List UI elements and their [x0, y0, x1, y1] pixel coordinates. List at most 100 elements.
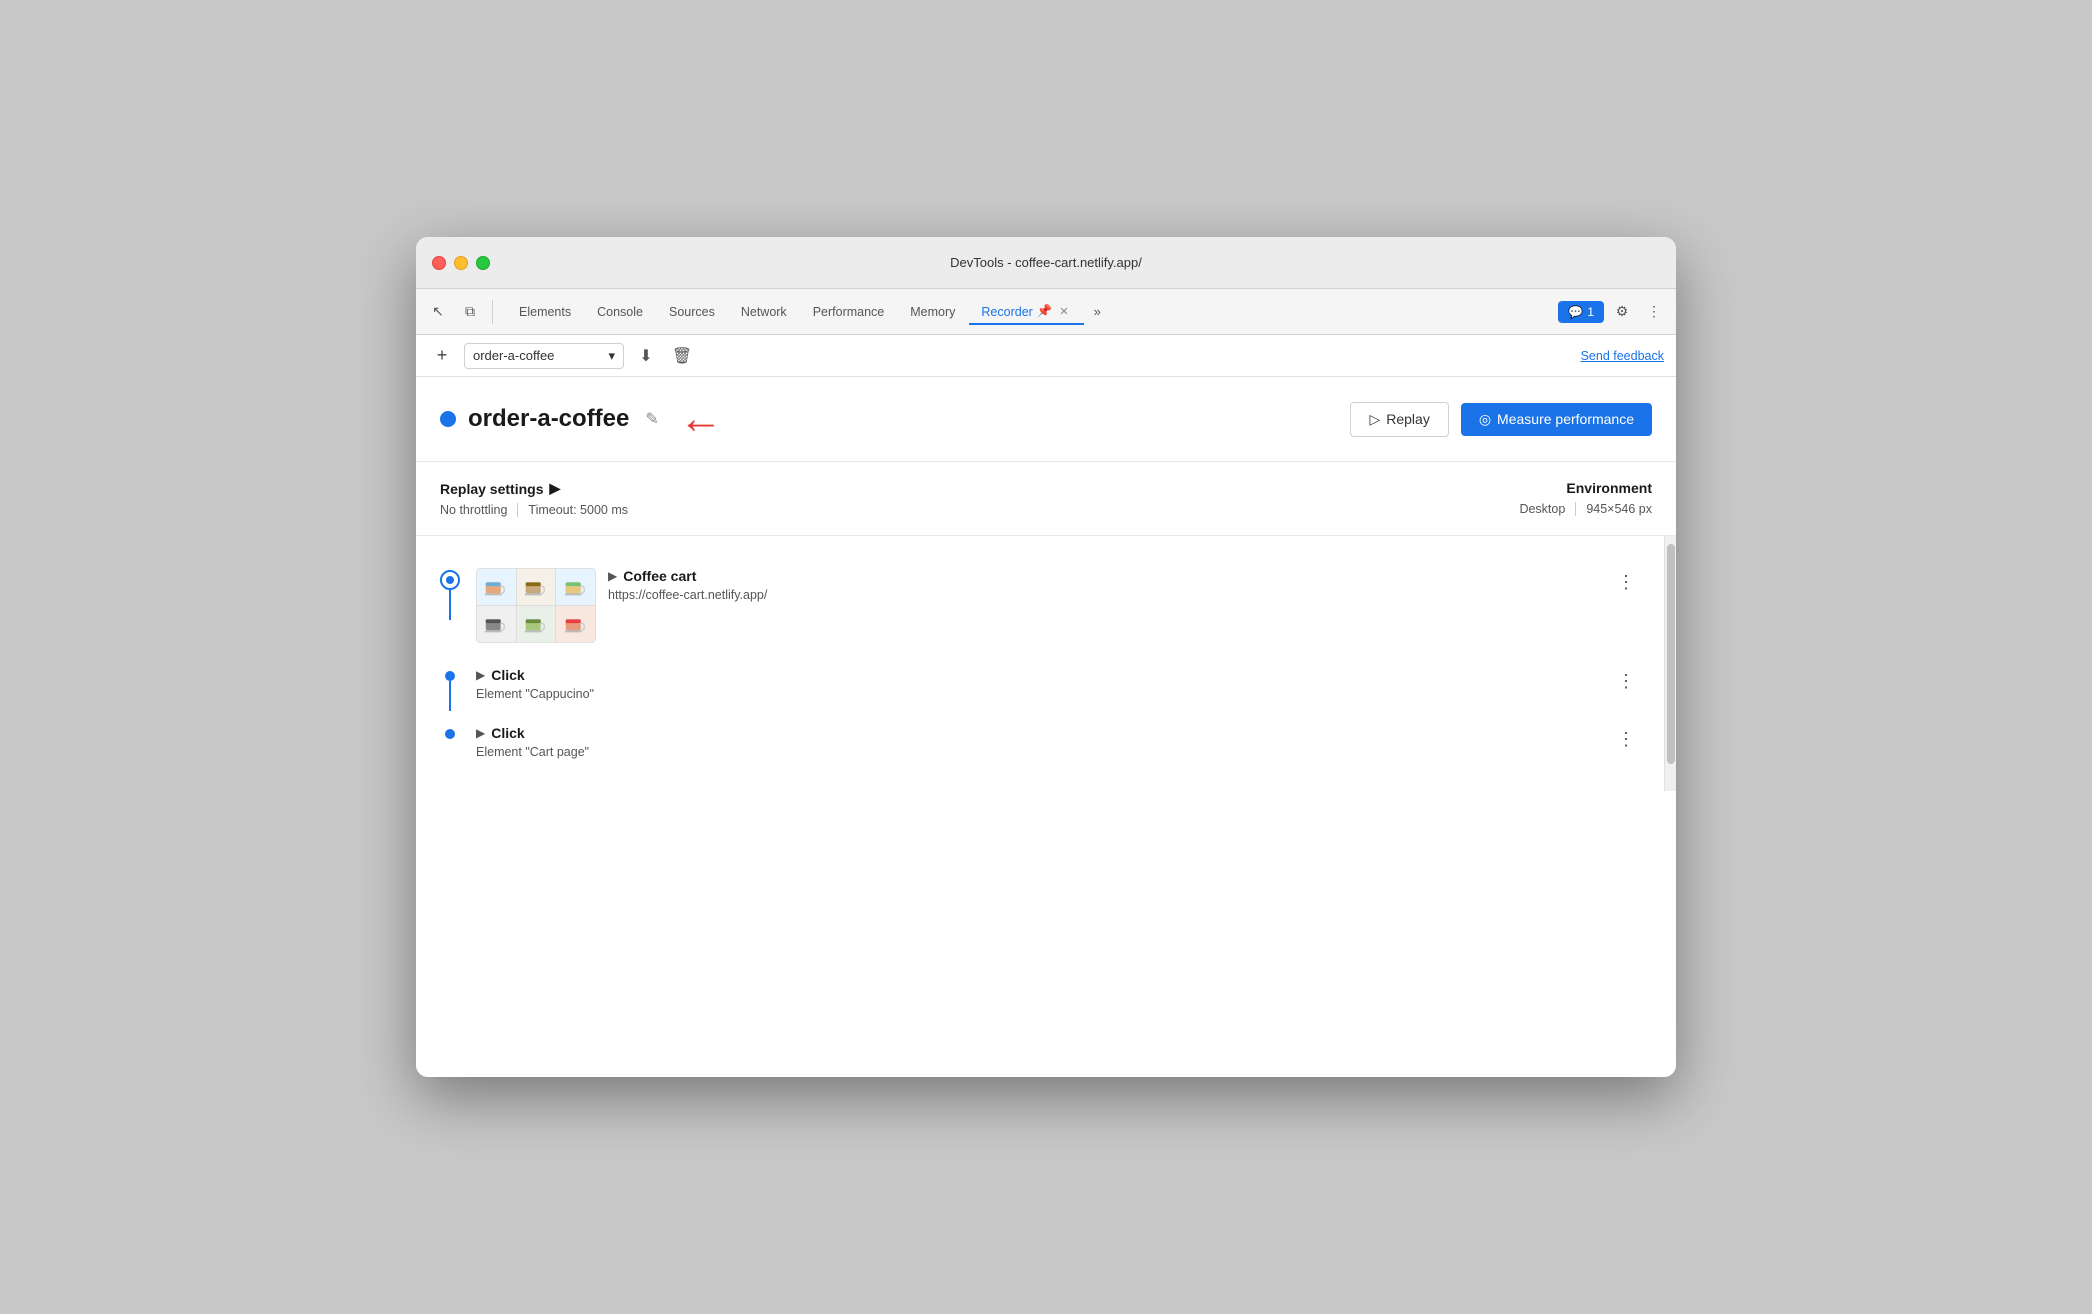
cup-svg-5: [522, 613, 550, 635]
settings-icon-btn[interactable]: ⚙: [1608, 298, 1636, 326]
thumb-cell-2: [517, 569, 556, 605]
window-title: DevTools - coffee-cart.netlify.app/: [950, 255, 1142, 270]
settings-section: Replay settings ▶ No throttling Timeout:…: [416, 462, 1676, 536]
recording-header-left: order-a-coffee ✎ ←: [440, 397, 1350, 441]
settings-divider: [517, 503, 518, 517]
step-title-1: Coffee cart: [623, 568, 696, 584]
tab-bar-left: ↖ ⧉: [424, 298, 497, 326]
dropdown-arrow-icon: ▾: [608, 348, 615, 364]
step-main-2: ▶ Click Element "Cappucino" ⋮: [476, 667, 1640, 701]
red-arrow-annotation: ←: [679, 397, 723, 441]
settings-right: Environment Desktop 945×546 px: [1519, 480, 1652, 516]
step-line-2: [449, 681, 451, 711]
tab-memory[interactable]: Memory: [898, 299, 967, 325]
tab-network[interactable]: Network: [729, 299, 799, 325]
recording-selector[interactable]: order-a-coffee ▾: [464, 343, 624, 369]
scrollbar[interactable]: [1664, 536, 1676, 791]
thumbnail-grid: [477, 569, 595, 642]
step-timeline-1: [440, 568, 460, 590]
chat-button[interactable]: 💬 1: [1558, 301, 1604, 323]
settings-left: Replay settings ▶ No throttling Timeout:…: [440, 480, 628, 517]
step-more-btn-3[interactable]: ⋮: [1612, 725, 1640, 753]
replay-settings-title[interactable]: Replay settings ▶: [440, 480, 628, 497]
recording-header: order-a-coffee ✎ ← ▷ Replay ◎ Measure pe…: [416, 377, 1676, 462]
step-expand-icon-3[interactable]: ▶: [476, 726, 485, 740]
more-tabs-btn[interactable]: »: [1086, 300, 1109, 323]
scrollbar-thumb[interactable]: [1667, 544, 1675, 764]
tab-performance[interactable]: Performance: [801, 299, 897, 325]
recording-title: order-a-coffee: [468, 405, 629, 433]
layers-icon-btn[interactable]: ⧉: [456, 298, 484, 326]
step-more-btn-1[interactable]: ⋮: [1612, 568, 1640, 596]
tab-bar: ↖ ⧉ Elements Console Sources Network Per…: [416, 289, 1676, 335]
step-navigate: ▶ Coffee cart https://coffee-cart.netlif…: [440, 552, 1640, 659]
step-info-3: ▶ Click Element "Cart page": [476, 725, 1600, 759]
step-content-3: ▶ Click Element "Cart page" ⋮: [476, 725, 1640, 759]
resolution-label: 945×546 px: [1586, 502, 1652, 516]
cup-svg-6: [562, 613, 590, 635]
desktop-label: Desktop: [1519, 502, 1565, 516]
main-content: order-a-coffee ✎ ← ▷ Replay ◎ Measure pe…: [416, 377, 1676, 1077]
step-more-icon-1: ⋮: [1617, 572, 1635, 593]
gear-icon: ⚙: [1616, 303, 1629, 320]
step-title-row-1: ▶ Coffee cart: [608, 568, 1600, 584]
step-info-1: ▶ Coffee cart https://coffee-cart.netlif…: [608, 568, 1600, 602]
step-circle-2: [445, 671, 455, 681]
send-feedback-link[interactable]: Send feedback: [1581, 349, 1664, 363]
recorder-close-icon[interactable]: ✕: [1056, 304, 1071, 319]
more-options-btn[interactable]: ⋮: [1640, 298, 1668, 326]
thumb-cell-6: [556, 606, 595, 642]
content-with-scroll: ▶ Coffee cart https://coffee-cart.netlif…: [416, 536, 1676, 791]
step-detail-3: Element "Cart page": [476, 745, 1600, 759]
cup-svg-3: [562, 576, 590, 598]
cup-svg-2: [522, 576, 550, 598]
tab-elements[interactable]: Elements: [507, 299, 583, 325]
toolbar: + order-a-coffee ▾ ⬇ 🗑 Send feedback: [416, 335, 1676, 377]
step-line-1: [449, 590, 451, 620]
thumb-cell-4: [477, 606, 516, 642]
download-icon: ⬇: [639, 346, 652, 366]
settings-details: No throttling Timeout: 5000 ms: [440, 503, 628, 517]
recording-header-right: ▷ Replay ◎ Measure performance: [1350, 402, 1652, 437]
ellipsis-icon: ⋮: [1647, 303, 1661, 320]
add-recording-btn[interactable]: +: [428, 342, 456, 370]
env-divider: [1575, 502, 1576, 516]
minimize-button[interactable]: [454, 256, 468, 270]
steps-list: ▶ Coffee cart https://coffee-cart.netlif…: [416, 536, 1664, 791]
step-main-1: ▶ Coffee cart https://coffee-cart.netlif…: [476, 568, 1640, 643]
edit-title-icon[interactable]: ✎: [641, 405, 662, 433]
step-thumbnail-1: [476, 568, 596, 643]
step-timeline-2: [440, 667, 460, 681]
measure-performance-btn[interactable]: ◎ Measure performance: [1461, 403, 1652, 436]
cursor-icon: ↖: [432, 303, 444, 320]
recorder-pin-icon: 📌: [1037, 304, 1053, 319]
tab-recorder[interactable]: Recorder 📌 ✕: [969, 298, 1083, 325]
recording-status-dot: [440, 411, 456, 427]
cup-svg-4: [482, 613, 510, 635]
delete-btn[interactable]: 🗑: [668, 342, 696, 370]
environment-title: Environment: [1519, 480, 1652, 496]
cup-svg-1: [482, 576, 510, 598]
devtools-window: DevTools - coffee-cart.netlify.app/ ↖ ⧉ …: [416, 237, 1676, 1077]
step-title-row-2: ▶ Click: [476, 667, 1600, 683]
tab-divider: [492, 300, 493, 324]
tab-sources[interactable]: Sources: [657, 299, 727, 325]
export-btn[interactable]: ⬇: [632, 342, 660, 370]
step-main-3: ▶ Click Element "Cart page" ⋮: [476, 725, 1640, 759]
tab-console[interactable]: Console: [585, 299, 655, 325]
close-button[interactable]: [432, 256, 446, 270]
measure-icon: ◎: [1479, 411, 1491, 428]
step-click-2: ▶ Click Element "Cart page" ⋮: [440, 717, 1640, 775]
maximize-button[interactable]: [476, 256, 490, 270]
step-click-1: ▶ Click Element "Cappucino" ⋮: [440, 659, 1640, 717]
replay-btn[interactable]: ▷ Replay: [1350, 402, 1448, 437]
step-detail-2: Element "Cappucino": [476, 687, 1600, 701]
step-circle-inner-1: [446, 576, 454, 584]
trash-icon: 🗑: [672, 346, 692, 366]
step-expand-icon-1[interactable]: ▶: [608, 569, 617, 583]
play-icon: ▷: [1369, 411, 1380, 428]
scroll-content[interactable]: ▶ Coffee cart https://coffee-cart.netlif…: [416, 536, 1664, 791]
cursor-icon-btn[interactable]: ↖: [424, 298, 452, 326]
step-expand-icon-2[interactable]: ▶: [476, 668, 485, 682]
step-more-btn-2[interactable]: ⋮: [1612, 667, 1640, 695]
